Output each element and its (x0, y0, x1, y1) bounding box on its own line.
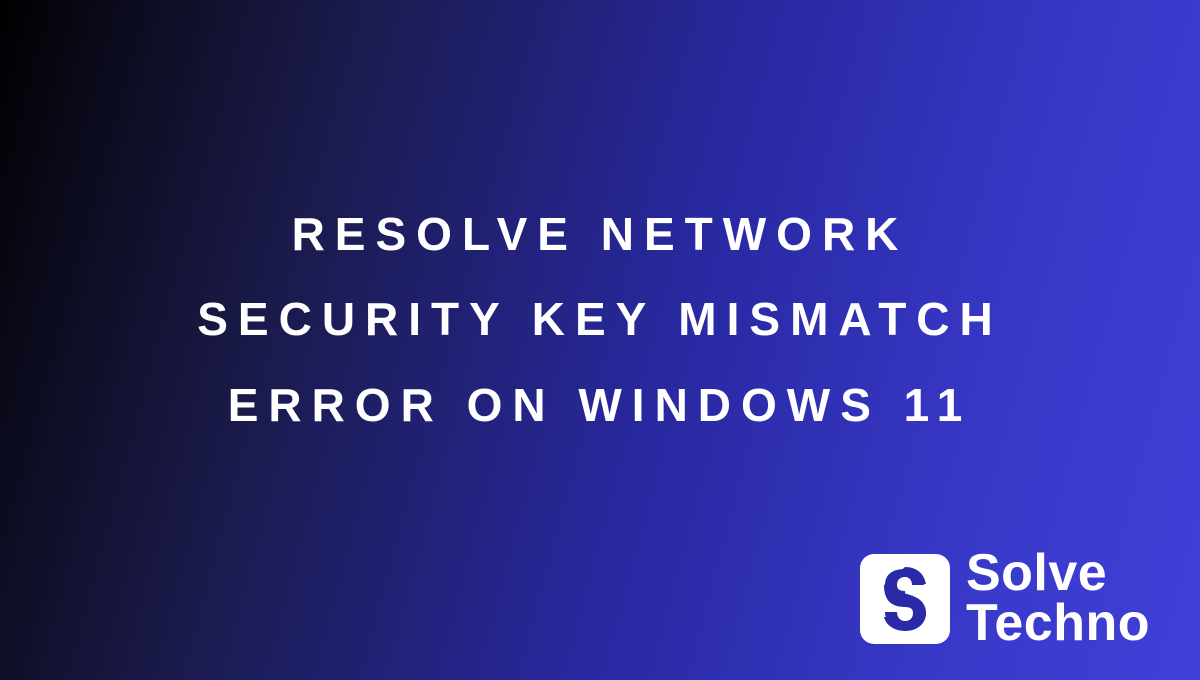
brand-name-line2: Techno (966, 599, 1150, 648)
brand-name-line1: Solve (966, 549, 1150, 598)
brand-logo-block: Solve Techno (860, 549, 1150, 648)
brand-logo-mark (860, 554, 950, 644)
s-glyph-icon (874, 563, 936, 635)
brand-name: Solve Techno (966, 549, 1150, 648)
headline-text: RESOLVE NETWORK SECURITY KEY MISMATCH ER… (150, 192, 1050, 447)
promo-banner: RESOLVE NETWORK SECURITY KEY MISMATCH ER… (0, 0, 1200, 680)
